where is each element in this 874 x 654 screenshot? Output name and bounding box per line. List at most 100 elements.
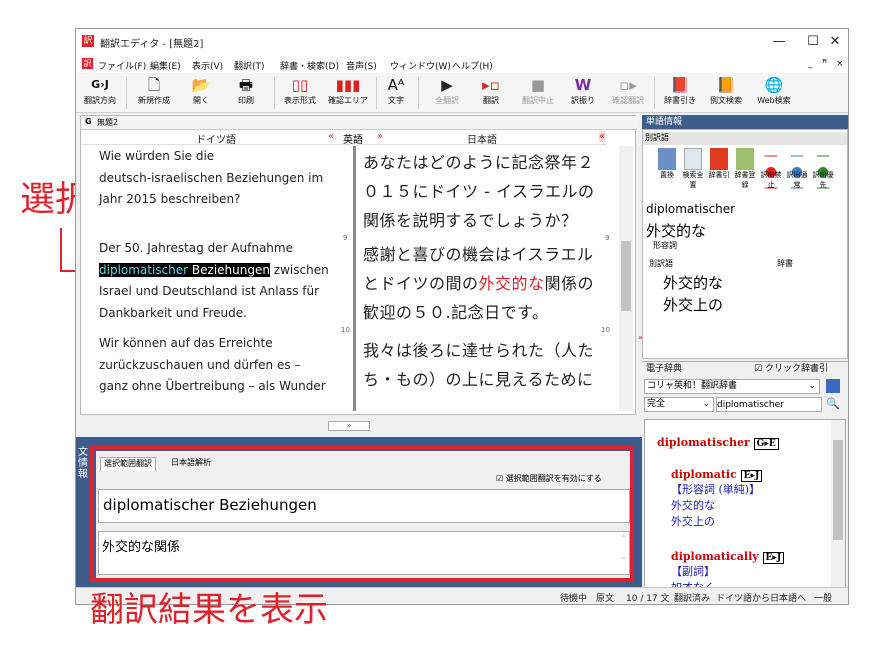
bottom-splitter-toggle[interactable]: »	[328, 421, 370, 431]
prohibit-button[interactable]: —●— 訳出禁止	[759, 148, 783, 196]
chevron-down-icon: ⌄	[702, 399, 710, 409]
translate-button[interactable]: ▸▫ 翻訳	[476, 75, 506, 111]
priority-button[interactable]: —●— 訳出優先	[811, 148, 835, 196]
dict-lookup-small-button[interactable]: 辞書引	[707, 148, 731, 180]
collapse-left-icon[interactable]: «	[328, 131, 334, 142]
sentence-number: 9	[605, 234, 610, 242]
tab-title: 無題2	[97, 118, 119, 127]
alt-words-bar: 別訳語	[643, 132, 847, 145]
edict-header: 電子辞典 ☑ クリック辞書引	[642, 361, 848, 375]
dict-register-button[interactable]: 辞書登録	[733, 148, 757, 190]
german-sentence-2[interactable]: Der 50. Jahrestag der Aufnahme diplomati…	[99, 238, 329, 324]
status-sentence-count: 10 / 17 文	[626, 594, 670, 604]
dictionary-settings-icon[interactable]	[826, 379, 840, 393]
annotate-button[interactable]: W 訳振り	[566, 75, 600, 111]
menu-help[interactable]: ヘルプ(H)	[452, 59, 493, 72]
columns-icon: ▯▯	[291, 76, 309, 94]
mdi-close-button[interactable]: ×	[836, 59, 844, 69]
toolbar-separator	[654, 77, 655, 109]
folder-icon: 📂	[191, 76, 211, 94]
binoculars-icon[interactable]: 🔍	[826, 397, 840, 410]
dict-col-header: 辞書	[777, 259, 793, 268]
scroll-thumb[interactable]	[621, 241, 631, 311]
selected-word-title: diplomatischer	[646, 202, 736, 216]
new-file-icon: 🗋	[147, 76, 161, 94]
tab-icon: G	[85, 117, 92, 126]
replace-button[interactable]: 置換	[655, 148, 679, 180]
selected-word[interactable]: diplomatischer	[99, 262, 189, 277]
print-button[interactable]: 🖶 印刷	[226, 75, 266, 111]
mdi-minimize-button[interactable]: _	[808, 59, 813, 69]
prohibit-icon: —●—	[764, 148, 778, 196]
alt-col-header: 別訳語	[649, 259, 673, 268]
menu-dictionary[interactable]: 辞書・検索(D)	[280, 59, 339, 72]
font-button[interactable]: Aᴬ 文字	[382, 75, 410, 111]
german-sentence-3[interactable]: Wir können auf das Erreichte zurückzusch…	[99, 333, 326, 398]
annotation-connector-vertical	[60, 228, 62, 272]
japanese-sentence-3[interactable]: 我々は後ろに達せられた（人た ち・もの）の上に見えるために	[363, 336, 594, 394]
selected-word-2[interactable]: Beziehungen	[188, 262, 270, 277]
document-editor: G 無題2 ドイツ語 « 英語 » 日本語 « Wie würden Sie d…	[80, 115, 637, 415]
collapse-target-icon[interactable]: «	[599, 131, 606, 142]
status-state: 待機中	[560, 594, 588, 604]
word-info-panel: 別訳語 置換 検索全置 辞書引 辞書登録 —●— 訳出禁止 —●— 訳出通常 —●—…	[642, 129, 848, 359]
sentence-number: 10	[341, 326, 350, 334]
menu-bar: 訳 ファイル(F) 編集(E) 表示(V) 翻訳(T) 辞書・検索(D) 音声(…	[76, 55, 848, 73]
dictionary-select[interactable]: コリャ英和！翻訳辞書 ⌄	[644, 379, 820, 394]
example-search-button[interactable]: 📙 例文検索	[704, 75, 748, 111]
translate-all-button[interactable]: ▶ 全翻訳	[430, 75, 464, 111]
annotation-frame	[90, 446, 634, 582]
example-search-icon: 📙	[716, 76, 736, 94]
document-scrollbar[interactable]	[619, 146, 633, 411]
toolbar-separator	[126, 77, 127, 109]
title-bar: 訳 翻訳エディタ - [無題2] — ☐ ✕	[76, 29, 848, 55]
translation-direction-button[interactable]: G›J 翻訳方向	[80, 75, 120, 111]
open-button[interactable]: 📂 開く	[184, 75, 218, 111]
dict-scrollbar[interactable]	[831, 420, 845, 602]
document-tab[interactable]: G 無題2	[81, 116, 637, 130]
dictionary-search-input[interactable]	[716, 397, 822, 412]
confirm-area-icon: ▮▮▮	[335, 76, 361, 94]
direction-icon: G›J	[91, 78, 109, 91]
word-tool-buttons: 置換 検索全置 辞書引 辞書登録 —●— 訳出禁止 —●— 訳出通常 —●— 訳出優先	[655, 148, 847, 196]
japanese-sentence-1[interactable]: あなたはどのように記念祭年２ ０１５にドイツ - イスラエルの 関係を説明するで…	[363, 148, 594, 235]
column-divider	[353, 146, 356, 411]
menu-voice[interactable]: 音声(S)	[346, 59, 377, 72]
toolbar-separator	[274, 77, 275, 109]
annotation-result: 翻訳結果を表示	[90, 590, 328, 630]
menu-edit[interactable]: 編集(E)	[150, 59, 181, 72]
translated-highlight: 外交的な	[478, 274, 545, 293]
stop-translation-button[interactable]: ■ 翻訳中止	[516, 75, 560, 111]
status-source: 原文	[596, 594, 615, 604]
dictionary-lookup-button[interactable]: 📕 辞書引き	[660, 75, 700, 111]
menu-window[interactable]: ウィンドウ(W)	[390, 59, 451, 72]
click-lookup-checkbox[interactable]: ☑ クリック辞書引	[754, 362, 828, 376]
normal-button[interactable]: —●— 訳出通常	[785, 148, 809, 196]
play-icon: ▶	[441, 76, 453, 94]
side-label: 文情報	[78, 447, 88, 480]
scroll-thumb[interactable]	[833, 440, 843, 540]
match-mode-select[interactable]: 完全 ⌄	[644, 397, 714, 412]
dict-entry: diplomatic E▸J 【形容詞 (単純)】 外交的な 外交上の	[671, 468, 763, 529]
confirm-translation-button[interactable]: ▫▸ 確認翻訳	[606, 75, 650, 111]
close-button[interactable]: ✕	[812, 29, 848, 55]
japanese-sentence-2[interactable]: 感謝と喜びの機会はイスラエル とドイツの間の外交的な関係の 歓迎の５０.記念日で…	[363, 240, 594, 327]
display-format-button[interactable]: ▯▯ 表示形式	[278, 75, 322, 111]
sentence-number: 10	[601, 326, 610, 334]
status-field: 一般	[814, 594, 833, 604]
register-icon	[736, 148, 754, 170]
confirm-area-button[interactable]: ▮▮▮ 確認エリア	[326, 75, 370, 111]
mdi-restore-button[interactable]: ꟸ	[822, 59, 827, 69]
word-info-header: 単語情報	[642, 115, 848, 129]
search-replace-button[interactable]: 検索全置	[681, 148, 705, 190]
alt-word-item[interactable]: 外交的な	[663, 272, 723, 293]
web-search-button[interactable]: 🌐 Web検索	[752, 75, 796, 111]
menu-view[interactable]: 表示(V)	[192, 59, 223, 72]
annotate-icon: W	[574, 76, 592, 94]
german-sentence-1[interactable]: Wie würden Sie die deutsch-israelischen …	[99, 146, 323, 211]
new-button[interactable]: 🗋 新規作成	[132, 75, 176, 111]
part-of-speech: 形容詞	[653, 241, 677, 250]
alt-word-item[interactable]: 外交上の	[663, 294, 723, 315]
menu-file[interactable]: ファイル(F)	[98, 59, 146, 72]
menu-translate[interactable]: 翻訳(T)	[234, 59, 265, 72]
